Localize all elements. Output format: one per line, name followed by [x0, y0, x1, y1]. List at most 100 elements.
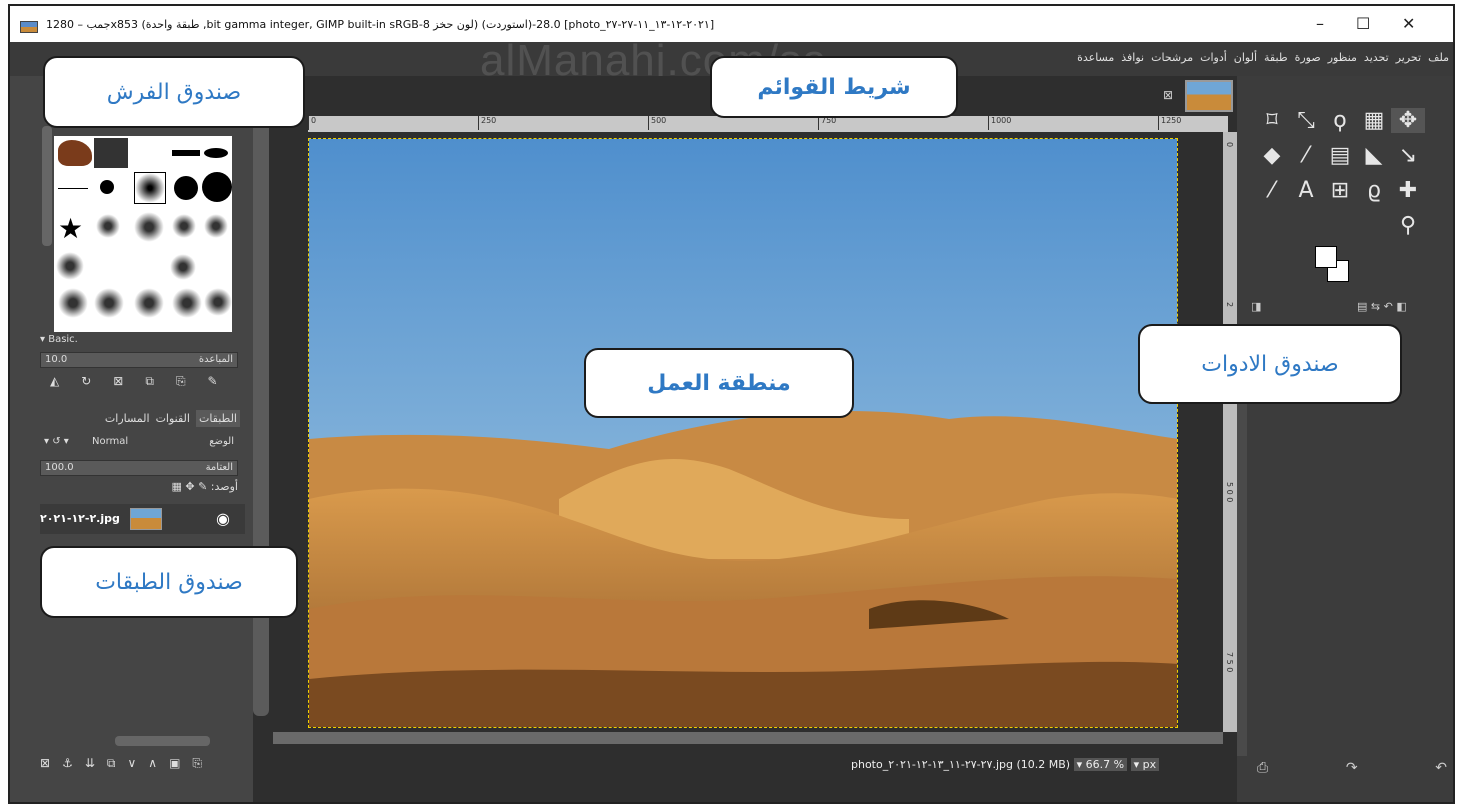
new-brush-icon[interactable]: ⎘: [176, 374, 186, 389]
menu-colors[interactable]: ألوان: [1234, 51, 1257, 64]
crop-tool-icon[interactable]: ⌑: [1255, 108, 1289, 133]
brush-splatter-3[interactable]: [172, 214, 196, 238]
merge-icon[interactable]: ⇊: [85, 756, 95, 771]
bucket-icon[interactable]: ◣: [1357, 143, 1391, 168]
paths-icon[interactable]: ⊞: [1323, 178, 1357, 203]
brush-texture-3[interactable]: [134, 288, 164, 318]
open-editor-icon[interactable]: ✎: [208, 374, 218, 389]
undo-icon[interactable]: ↶: [1435, 760, 1447, 776]
lasso-icon[interactable]: ϙ: [1323, 108, 1357, 133]
brush-splatter-4[interactable]: [204, 214, 228, 238]
foreground-color[interactable]: [1315, 246, 1337, 268]
rect-select-icon[interactable]: ▦: [1357, 108, 1391, 133]
brushes-scrollbar[interactable]: [42, 126, 52, 246]
zoom-select[interactable]: ▾ 66.7 %: [1073, 758, 1128, 771]
heal-icon[interactable]: ✚: [1391, 178, 1425, 203]
brush-line[interactable]: [172, 150, 200, 156]
lower-layer-icon[interactable]: ∨: [127, 756, 136, 771]
menu-edit[interactable]: تحرير: [1396, 51, 1421, 64]
duplicate-icon[interactable]: ⧉: [145, 374, 154, 389]
tool-options-scrollbar[interactable]: [1237, 396, 1247, 756]
brush-splatter-1[interactable]: [96, 214, 120, 238]
brush-texture-5[interactable]: [204, 288, 232, 316]
lock-pixels-icon[interactable]: ✎ ✥ ▦: [171, 480, 207, 493]
new-group-icon[interactable]: ▣: [169, 756, 180, 771]
opacity-field[interactable]: 100.0 العتامة: [40, 460, 238, 476]
paintbrush-icon[interactable]: ⁄: [1289, 143, 1323, 168]
brush-round-medium[interactable]: [174, 176, 198, 200]
status-bar: photo_٢٧-٢٧-١١_١٣-١٢-٢٠٢١.jpg (10.2 MB) …: [253, 750, 1237, 802]
image-tab-thumbnail[interactable]: [1185, 80, 1233, 112]
fuzzy-select-icon[interactable]: ⤡: [1289, 108, 1323, 133]
smudge-icon[interactable]: ϱ: [1357, 178, 1391, 203]
brush-texture-1[interactable]: [58, 288, 88, 318]
delete-icon[interactable]: ⊠: [113, 374, 123, 389]
move-tool-icon[interactable]: ✥: [1391, 108, 1425, 133]
brush-preset-select[interactable]: ▾ Basic.: [40, 334, 230, 350]
menu-layer[interactable]: طبقة: [1264, 51, 1288, 64]
tab-menu-icon[interactable]: ◨: [1251, 300, 1261, 313]
brush-texture-2[interactable]: [94, 288, 124, 318]
brush-grunge-2[interactable]: [170, 254, 196, 280]
menu-tools[interactable]: أدوات: [1200, 51, 1227, 64]
redo-icon[interactable]: ↷: [1346, 760, 1358, 776]
spacing-label: المباعدة: [198, 354, 233, 365]
zoom-tool-icon[interactable]: ⚲: [1391, 213, 1425, 238]
refresh-icon[interactable]: ↻: [81, 374, 91, 389]
menu-file[interactable]: ملف: [1428, 51, 1449, 64]
new-layer-icon[interactable]: ⎘: [192, 756, 202, 771]
menu-windows[interactable]: نوافذ: [1121, 51, 1144, 64]
spacing-field[interactable]: 10.0 المباعدة: [40, 352, 238, 368]
warp-icon[interactable]: ↘: [1391, 143, 1425, 168]
callout-work-area: منطقة العمل: [584, 348, 854, 418]
menu-image[interactable]: صورة: [1295, 51, 1321, 64]
maximize-button[interactable]: ☐: [1356, 14, 1370, 33]
layer-mode-row[interactable]: ▾ ↺ ▾ Normal الوضع: [40, 434, 238, 452]
save-options-icon[interactable]: ⎙: [1257, 760, 1268, 776]
menu-filters[interactable]: مرشحات: [1151, 51, 1193, 64]
menu-select[interactable]: تحديد: [1364, 51, 1389, 64]
color-picker-icon[interactable]: ⁄: [1255, 178, 1289, 203]
brush-round-large[interactable]: [202, 172, 232, 202]
brush-camel[interactable]: [58, 140, 92, 166]
horizontal-scrollbar[interactable]: [273, 732, 1223, 744]
ruler-tick: 2: [1225, 302, 1234, 308]
eye-icon[interactable]: ◉: [216, 509, 230, 528]
callout-layers-box: صندوق الطبقات: [40, 546, 298, 618]
brush-actions: ◭ ↻ ⊠ ⧉ ⎘ ✎: [50, 374, 218, 389]
brush-round-small[interactable]: [100, 180, 114, 194]
brush-thin[interactable]: [58, 188, 88, 189]
fg-bg-colors[interactable]: [1315, 246, 1365, 290]
tab-channels[interactable]: القنوات: [156, 412, 190, 425]
menu-view[interactable]: منظور: [1328, 51, 1357, 64]
brush-texture[interactable]: [94, 138, 128, 168]
brush-oval[interactable]: [204, 148, 228, 158]
brush-splatter-2[interactable]: [134, 212, 164, 242]
menu-help[interactable]: مساعدة: [1077, 51, 1114, 64]
left-scrollbar[interactable]: [253, 116, 269, 716]
tab-layers[interactable]: الطبقات: [195, 409, 240, 427]
ruler-tick: 7 5 0: [1225, 652, 1234, 673]
gradient-icon[interactable]: ▤: [1323, 143, 1357, 168]
close-tab-icon[interactable]: ⊠: [1163, 88, 1173, 102]
anchor-icon[interactable]: ⚓: [62, 756, 73, 771]
brushes-grid[interactable]: ★: [54, 136, 232, 332]
brush-grunge-1[interactable]: [56, 252, 84, 280]
tool-options-tab-icons[interactable]: ▤ ⇆ ↶ ◧: [1357, 300, 1407, 313]
eraser-icon[interactable]: ◆: [1255, 143, 1289, 168]
delete-layer-icon[interactable]: ⊠: [40, 756, 50, 771]
unit-select[interactable]: ▾ px: [1130, 758, 1160, 771]
brush-soft-selected[interactable]: [134, 172, 166, 204]
brush-star[interactable]: ★: [58, 212, 83, 245]
brush-texture-4[interactable]: [172, 288, 202, 318]
edit-brush-icon[interactable]: ◭: [50, 374, 59, 389]
raise-layer-icon[interactable]: ∧: [148, 756, 157, 771]
close-button[interactable]: ✕: [1402, 14, 1415, 33]
layers-scrollbar[interactable]: [115, 736, 210, 746]
minimize-button[interactable]: –: [1316, 14, 1324, 33]
desert-image[interactable]: [308, 138, 1178, 728]
text-tool-icon[interactable]: A: [1289, 178, 1323, 203]
tab-paths[interactable]: المسارات: [105, 412, 150, 425]
layer-item[interactable]: ٢-١٢-٢٠٢١.jpg ◉: [40, 504, 245, 534]
duplicate-layer-icon[interactable]: ⧉: [107, 756, 116, 771]
